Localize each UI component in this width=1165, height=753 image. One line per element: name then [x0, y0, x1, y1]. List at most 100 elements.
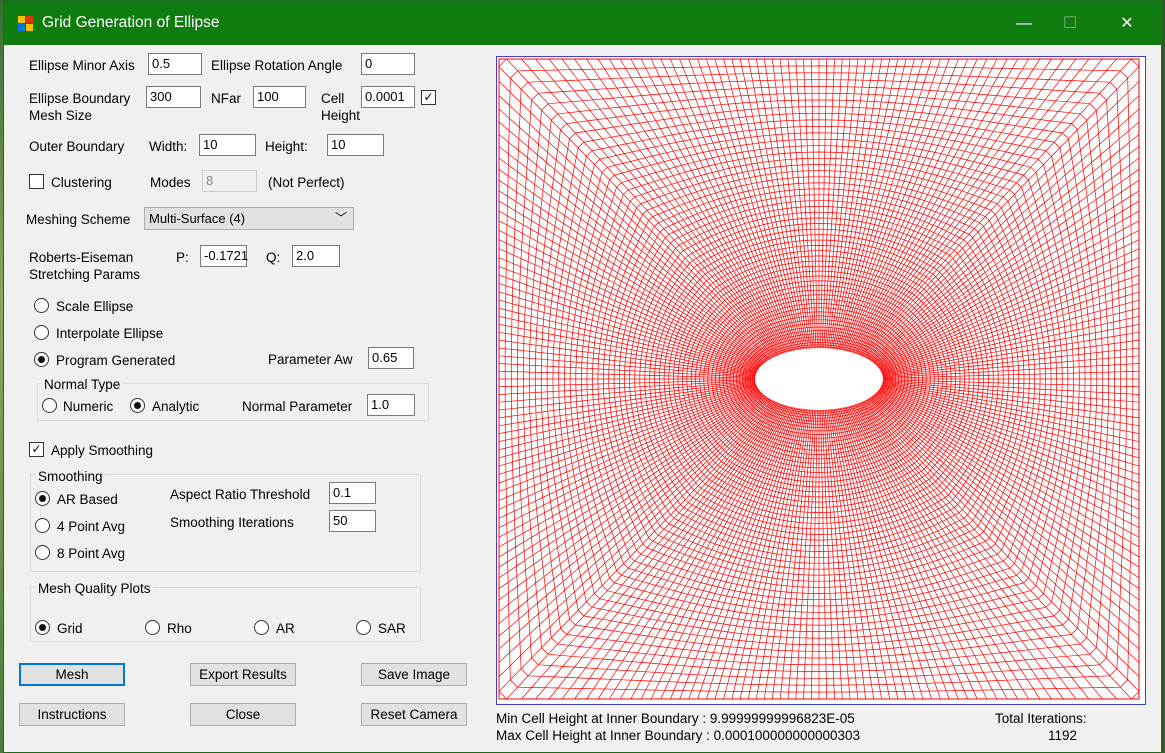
total-iterations-label: Total Iterations:	[995, 711, 1087, 726]
width-input[interactable]: 10	[199, 134, 256, 156]
clustering-label: Clustering	[51, 175, 112, 190]
scale-ellipse-label: Scale Ellipse	[56, 299, 134, 314]
cell-height-checkbox[interactable]: ✓	[421, 90, 436, 105]
boundary-mesh-label-2: Mesh Size	[29, 108, 93, 123]
ar-label: AR	[276, 621, 295, 636]
app-icon	[18, 16, 34, 32]
rotation-input[interactable]: 0	[361, 53, 415, 75]
mesh-radial-line	[739, 409, 805, 700]
stretching-label-1: Roberts-Eiseman	[29, 250, 134, 265]
max-cell-height-status: Max Cell Height at Inner Boundary : 0.00…	[496, 728, 860, 743]
p-input[interactable]: -0.1721	[200, 245, 248, 267]
mesh-radial-line	[872, 169, 1140, 363]
min-cell-height-value: 9.99999999996823E-05	[709, 711, 855, 726]
ar-based-label: AR Based	[57, 492, 118, 507]
cell-height-input[interactable]: 0.0001	[361, 86, 415, 108]
inner-ellipse	[755, 348, 883, 410]
mesh-radial-line	[498, 400, 774, 692]
mesh-radial-line	[779, 58, 812, 349]
stretching-label-2: Stretching Params	[29, 267, 141, 282]
width-label: Width:	[149, 139, 188, 154]
min-cell-height-label: Min Cell Height at Inner Boundary :	[496, 711, 707, 726]
apply-smoothing-checkbox[interactable]: ✓	[29, 442, 44, 457]
minor-axis-input[interactable]: 0.5	[148, 53, 202, 75]
mesh-radial-line	[833, 58, 899, 349]
smoothing-iterations-label: Smoothing Iterations	[170, 515, 294, 530]
mesh-radial-line	[864, 400, 1140, 692]
nfar-label: NFar	[211, 91, 241, 106]
analytic-radio[interactable]	[130, 398, 145, 413]
4-point-avg-radio[interactable]	[35, 518, 50, 533]
mesh-plot[interactable]	[496, 56, 1146, 705]
mesh-radial-line	[826, 58, 859, 349]
program-generated-label: Program Generated	[56, 353, 176, 368]
close-button[interactable]: Close	[190, 703, 296, 726]
mesh-radial-line	[826, 409, 859, 700]
scale-ellipse-radio[interactable]	[34, 298, 49, 313]
height-input[interactable]: 10	[327, 134, 384, 156]
boundary-mesh-input[interactable]: 300	[146, 86, 201, 108]
reset-camera-button[interactable]: Reset Camera	[361, 703, 467, 726]
cell-height-label-2: Height	[321, 108, 361, 123]
meshing-scheme-label: Meshing Scheme	[26, 212, 131, 227]
sar-label: SAR	[378, 621, 406, 636]
interpolate-ellipse-radio[interactable]	[34, 325, 49, 340]
mesh-radial-line	[864, 66, 1140, 358]
mesh-radial-line	[498, 66, 774, 358]
sar-radio[interactable]	[356, 620, 371, 635]
aspect-ratio-threshold-input[interactable]: 0.1	[329, 482, 376, 504]
minimize-button[interactable]: —	[1001, 11, 1047, 37]
8-point-avg-label: 8 Point Avg	[57, 546, 126, 561]
modes-input[interactable]: 8	[202, 170, 257, 192]
mesh-radial-line	[833, 409, 899, 700]
param-aw-label: Parameter Aw	[268, 352, 353, 367]
height-label: Height:	[265, 139, 308, 154]
max-cell-height-value: 0.000100000000000303	[713, 728, 861, 743]
mesh-radial-line	[872, 395, 1140, 589]
export-results-button[interactable]: Export Results	[190, 663, 296, 686]
chevron-down-icon: ﹀	[334, 211, 347, 225]
mesh-radial-line	[498, 370, 756, 379]
meshing-scheme-select[interactable]: Multi-Surface (4) ﹀	[144, 207, 354, 230]
cell-height-label-1: Cell	[321, 91, 345, 106]
mesh-radial-line	[882, 379, 1140, 388]
ar-radio[interactable]	[254, 620, 269, 635]
mesh-radial-line	[844, 407, 959, 700]
param-aw-input[interactable]: 0.65	[368, 347, 414, 369]
mesh-radial-line	[498, 169, 766, 363]
normal-parameter-input[interactable]: 1.0	[367, 394, 415, 416]
modes-label: Modes	[150, 175, 191, 190]
instructions-button[interactable]: Instructions	[19, 703, 125, 726]
mesh-radial-line	[873, 190, 1140, 364]
max-cell-height-label: Max Cell Height at Inner Boundary :	[496, 728, 710, 743]
outer-boundary-label: Outer Boundary	[29, 139, 125, 154]
mesh-radial-line	[852, 405, 1019, 700]
program-generated-radio[interactable]	[34, 352, 49, 367]
numeric-radio[interactable]	[42, 398, 57, 413]
rho-radio[interactable]	[145, 620, 160, 635]
apply-smoothing-label: Apply Smoothing	[51, 443, 154, 458]
mesh-radial-line	[498, 380, 756, 395]
p-label: P:	[176, 250, 189, 265]
close-window-button[interactable]: ✕	[1104, 11, 1150, 37]
smoothing-iterations-input[interactable]: 50	[329, 510, 376, 532]
8-point-avg-radio[interactable]	[35, 545, 50, 560]
mesh-radial-line	[679, 407, 794, 700]
ar-based-radio[interactable]	[35, 491, 50, 506]
mesh-radial-line	[873, 394, 1140, 568]
mesh-radial-line	[844, 58, 959, 351]
interpolate-ellipse-label: Interpolate Ellipse	[56, 326, 164, 341]
maximize-button[interactable]: ☐	[1047, 11, 1093, 37]
grid-radio[interactable]	[35, 620, 50, 635]
window-title: Grid Generation of Ellipse	[42, 14, 220, 31]
minor-axis-label: Ellipse Minor Axis	[29, 58, 135, 73]
nfar-input[interactable]: 100	[253, 86, 306, 108]
numeric-label: Numeric	[63, 399, 114, 414]
mesh-radial-line	[779, 409, 812, 700]
clustering-checkbox[interactable]	[29, 174, 44, 189]
mesh-radial-line	[498, 190, 765, 364]
mesh-button[interactable]: Mesh	[19, 663, 125, 686]
save-image-button[interactable]: Save Image	[361, 663, 467, 686]
q-input[interactable]: 2.0	[292, 245, 340, 267]
app-window: Grid Generation of Ellipse — ☐ ✕ Ellipse…	[3, 0, 1162, 753]
